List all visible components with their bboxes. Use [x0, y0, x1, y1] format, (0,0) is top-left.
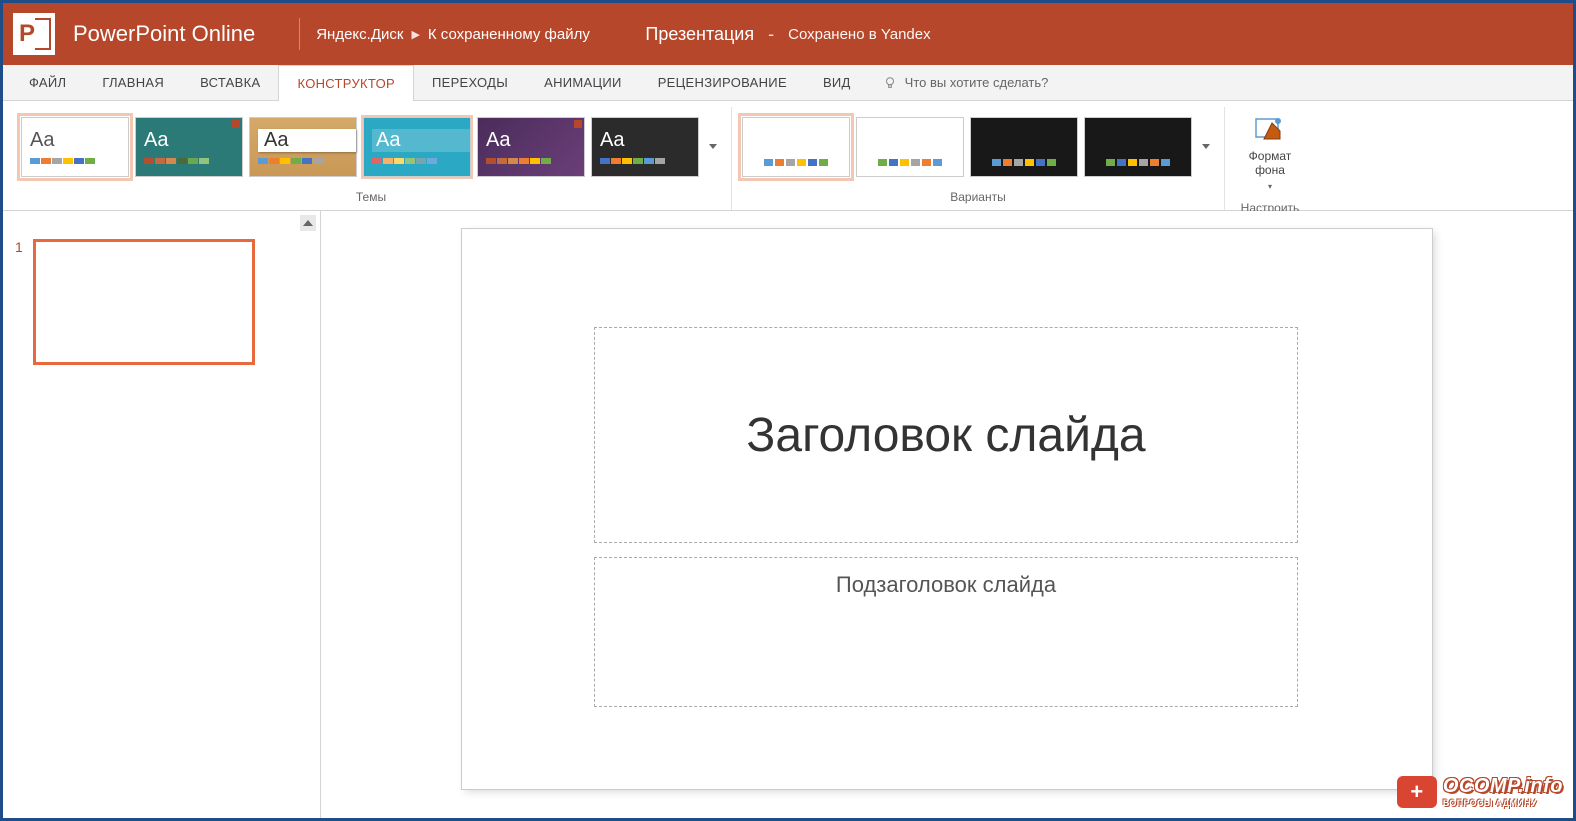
slide-canvas[interactable]: Заголовок слайда Подзаголовок слайда: [462, 229, 1432, 789]
theme-office[interactable]: Aa: [21, 117, 129, 177]
tab-view[interactable]: ВИД: [805, 65, 869, 100]
tell-me-search[interactable]: Что вы хотите сделать?: [883, 65, 1049, 100]
subtitle-text[interactable]: Подзаголовок слайда: [836, 572, 1056, 598]
variant-4[interactable]: [1084, 117, 1192, 177]
variants-more-button[interactable]: [1198, 127, 1214, 167]
watermark-main: OCOMP.info: [1443, 775, 1563, 798]
tab-transitions[interactable]: ПЕРЕХОДЫ: [414, 65, 526, 100]
watermark: + OCOMP.info ВОПРОСЫ АДМИНУ: [1397, 775, 1563, 808]
theme-organic[interactable]: Aa: [249, 117, 357, 177]
ribbon-group-customize: Формат фона ▾ Настроить: [1225, 107, 1315, 210]
format-background-button[interactable]: Формат фона ▾: [1235, 107, 1305, 197]
slide-canvas-area[interactable]: Заголовок слайда Подзаголовок слайда: [321, 211, 1573, 818]
themes-more-button[interactable]: [705, 127, 721, 167]
editor-area: 1 Заголовок слайда Подзаголовок слайда: [3, 211, 1573, 818]
theme-facet[interactable]: Aa: [363, 117, 471, 177]
tab-file[interactable]: ФАЙЛ: [11, 65, 84, 100]
subtitle-placeholder[interactable]: Подзаголовок слайда: [594, 557, 1298, 707]
ribbon-group-variants: Варианты: [732, 107, 1225, 210]
theme-ion-boardroom[interactable]: Aa: [477, 117, 585, 177]
tab-animations[interactable]: АНИМАЦИИ: [526, 65, 640, 100]
tell-me-placeholder: Что вы хотите сделать?: [905, 75, 1049, 90]
document-name[interactable]: Презентация: [645, 24, 754, 45]
breadcrumb-file[interactable]: К сохраненному файлу: [428, 26, 590, 43]
group-label-variants: Варианты: [950, 186, 1005, 210]
ribbon-group-themes: Aa Aa Aa Aa Aa Aa: [11, 107, 732, 210]
group-label-themes: Темы: [356, 186, 386, 210]
variant-3[interactable]: [970, 117, 1078, 177]
watermark-sub: ВОПРОСЫ АДМИНУ: [1443, 798, 1563, 808]
tab-design[interactable]: КОНСТРУКТОР: [278, 65, 413, 101]
format-background-label: Формат фона: [1241, 149, 1299, 178]
slide-thumb-item[interactable]: 1: [15, 239, 308, 365]
theme-slice[interactable]: Aa: [591, 117, 699, 177]
breadcrumb-location[interactable]: Яндекс.Диск: [316, 26, 403, 43]
title-placeholder[interactable]: Заголовок слайда: [594, 327, 1298, 543]
app-name: PowerPoint Online: [73, 21, 255, 47]
variant-2[interactable]: [856, 117, 964, 177]
title-bar: PowerPoint Online Яндекс.Диск ▶ К сохран…: [3, 3, 1573, 65]
tab-review[interactable]: РЕЦЕНЗИРОВАНИЕ: [640, 65, 805, 100]
format-background-icon: [1254, 113, 1286, 145]
chevron-right-icon: ▶: [411, 28, 419, 41]
slide-thumbnail[interactable]: [33, 239, 255, 365]
divider: [299, 18, 300, 50]
powerpoint-logo-icon: [13, 13, 55, 55]
watermark-badge-icon: +: [1397, 776, 1437, 808]
tab-insert[interactable]: ВСТАВКА: [182, 65, 278, 100]
slide-number: 1: [15, 239, 23, 365]
ribbon-tabs: ФАЙЛ ГЛАВНАЯ ВСТАВКА КОНСТРУКТОР ПЕРЕХОД…: [3, 65, 1573, 101]
theme-marker-icon: [574, 120, 582, 128]
breadcrumb[interactable]: Яндекс.Диск ▶ К сохраненному файлу: [316, 26, 590, 43]
theme-ion[interactable]: Aa: [135, 117, 243, 177]
title-text[interactable]: Заголовок слайда: [746, 408, 1145, 463]
variant-1[interactable]: [742, 117, 850, 177]
scroll-up-button[interactable]: [300, 215, 316, 231]
tab-home[interactable]: ГЛАВНАЯ: [84, 65, 182, 100]
lightbulb-icon: [883, 76, 897, 90]
dash: -: [768, 24, 774, 45]
title-center: Презентация - Сохранено в Yandex: [645, 24, 930, 45]
ribbon-content: Aa Aa Aa Aa Aa Aa: [3, 101, 1573, 211]
saved-status: Сохранено в Yandex: [788, 26, 931, 43]
theme-marker-icon: [232, 120, 240, 128]
slide-thumbnail-panel: 1: [3, 211, 321, 818]
